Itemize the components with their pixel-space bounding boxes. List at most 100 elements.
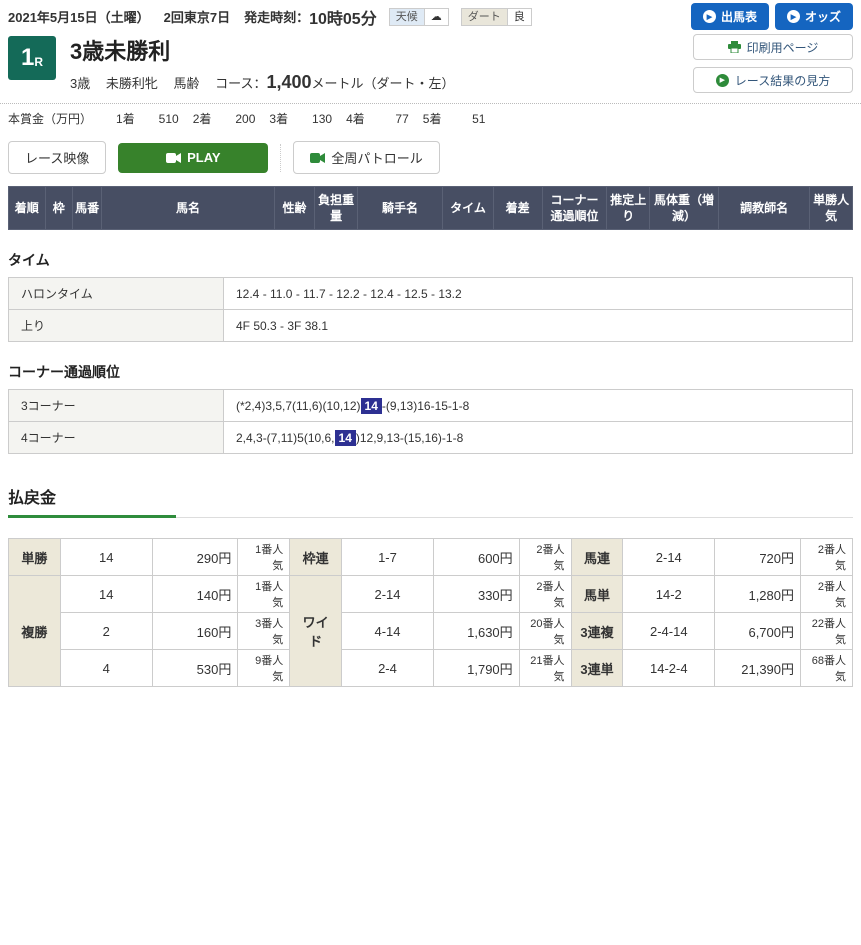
payout-combination: 2-4 xyxy=(342,650,434,687)
payout-amount: 160円 xyxy=(152,613,238,650)
prize-item: 5着51 xyxy=(409,110,486,127)
odds-button-label: オッズ xyxy=(805,8,841,25)
video-camera-icon xyxy=(310,153,325,163)
arrow-circle-icon: ▶ xyxy=(716,74,729,87)
prize-label: 本賞金（万円） xyxy=(8,110,92,127)
payout-combination: 2 xyxy=(60,613,152,650)
col-load: 負担重量 xyxy=(315,187,358,230)
race-number: 1 xyxy=(21,44,34,72)
prize-item: 2着200 xyxy=(179,110,256,127)
odds-button[interactable]: ▶ オッズ xyxy=(775,3,853,30)
payout-combination: 2-4-14 xyxy=(623,613,715,650)
col-time: タイム xyxy=(443,187,494,230)
payout-popularity: 2番人気 xyxy=(801,539,853,576)
weather-label: 天候 xyxy=(390,9,424,25)
race-header: 1 R 3歳未勝利 3歳 未勝利牝 馬齢 コース：1,400メートル（ダート・左… xyxy=(0,30,861,104)
payout-combination: 14 xyxy=(60,576,152,613)
prize-item: 1着510 xyxy=(102,110,179,127)
payout-popularity: 3番人気 xyxy=(238,613,290,650)
play-label: PLAY xyxy=(187,150,220,165)
payout-combination: 14-2 xyxy=(623,576,715,613)
prize-place: 1着 xyxy=(116,112,135,126)
corner-order-table: 3コーナー (*2,4)3,5,7(11,6)(10,12)14-(9,13)1… xyxy=(8,389,853,454)
time-section-title: タイム xyxy=(8,250,853,270)
cloud-icon: ☁ xyxy=(424,9,448,25)
prize-item: 3着130 xyxy=(255,110,332,127)
payout-type-trifecta: 3連単 xyxy=(571,650,623,687)
results-header-row: 着順 枠 馬番 馬名 性齢 負担重量 騎手名 タイム 着差 コーナー通過順位 推… xyxy=(9,187,853,230)
arrow-circle-icon: ▶ xyxy=(703,10,716,23)
payout-amount: 1,630円 xyxy=(433,613,519,650)
payout-section-title: 払戻金 xyxy=(8,484,853,518)
payout-popularity: 22番人気 xyxy=(801,613,853,650)
corner4-label: 4コーナー xyxy=(9,422,224,454)
video-button-row: レース映像 PLAY 全周パトロール xyxy=(0,133,861,184)
corner3-row: 3コーナー (*2,4)3,5,7(11,6)(10,12)14-(9,13)1… xyxy=(9,390,853,422)
prize-place: 2着 xyxy=(193,112,212,126)
last-furlongs-row: 上り 4F 50.3 - 3F 38.1 xyxy=(9,310,853,342)
patrol-label: 全周パトロール xyxy=(331,148,422,167)
race-video-button[interactable]: レース映像 xyxy=(8,141,106,174)
payout-popularity: 1番人気 xyxy=(238,576,290,613)
printer-icon xyxy=(728,41,741,53)
payout-row: 2 160円 3番人気 4-14 1,630円 20番人気 3連複 2-4-14… xyxy=(9,613,853,650)
play-button[interactable]: PLAY xyxy=(118,143,268,173)
prize-place: 3着 xyxy=(269,112,288,126)
patrol-video-button[interactable]: 全周パトロール xyxy=(293,141,439,174)
payout-combination: 2-14 xyxy=(623,539,715,576)
col-last3f: 推定上り xyxy=(607,187,650,230)
print-page-button[interactable]: 印刷用ページ xyxy=(693,34,853,60)
col-finish: 着順 xyxy=(9,187,46,230)
payout-amount: 720円 xyxy=(715,539,801,576)
start-time-label: 発走時刻： xyxy=(244,7,309,26)
payout-popularity: 9番人気 xyxy=(238,650,290,687)
corner-section-title: コーナー通過順位 xyxy=(8,362,853,382)
prize-amount: 200 xyxy=(211,112,255,126)
prize-place: 4着 xyxy=(346,112,365,126)
race-video-label: レース映像 xyxy=(25,148,89,167)
corner3-pre: (*2,4)3,5,7(11,6)(10,12) xyxy=(236,399,361,413)
meeting-info: 2回東京7日 xyxy=(164,7,230,26)
prize-amount: 510 xyxy=(135,112,179,126)
lap-time-table: ハロンタイム 12.4 - 11.0 - 11.7 - 12.2 - 12.4 … xyxy=(8,277,853,342)
corner3-post: -(9,13)16-15-1-8 xyxy=(382,399,469,413)
payout-type-quinella: 馬連 xyxy=(571,539,623,576)
lap-time-row: ハロンタイム 12.4 - 11.0 - 11.7 - 12.2 - 12.4 … xyxy=(9,278,853,310)
col-frame: 枠 xyxy=(45,187,72,230)
payout-popularity: 2番人気 xyxy=(519,539,571,576)
payout-amount: 1,280円 xyxy=(715,576,801,613)
prize-item: 4着77 xyxy=(332,110,409,127)
arrow-circle-icon: ▶ xyxy=(787,10,800,23)
payout-amount: 330円 xyxy=(433,576,519,613)
payout-popularity: 2番人気 xyxy=(801,576,853,613)
payout-combination: 1-7 xyxy=(342,539,434,576)
col-corner-order: コーナー通過順位 xyxy=(542,187,607,230)
result-guide-label: レース結果の見方 xyxy=(735,72,830,89)
race-number-box: 1 R xyxy=(8,36,56,80)
payout-row: 単勝 14 290円 1番人気 枠連 1-7 600円 2番人気 馬連 2-14… xyxy=(9,539,853,576)
video-camera-icon xyxy=(166,153,181,163)
payout-amount: 140円 xyxy=(152,576,238,613)
entries-button[interactable]: ▶ 出馬表 xyxy=(691,3,769,30)
start-time-value: 10時05分 xyxy=(309,5,377,29)
top-bar: 2021年5月15日（土曜） 2回東京7日 発走時刻： 10時05分 天候 ☁ … xyxy=(0,0,861,30)
lap-time-label: ハロンタイム xyxy=(9,278,224,310)
divider xyxy=(280,144,281,172)
race-number-suffix: R xyxy=(34,55,43,69)
course-suffix: メートル（ダート・左） xyxy=(312,76,455,91)
winner-highlight: 14 xyxy=(335,430,356,446)
corner4-pre: 2,4,3-(7,11)5(10,6, xyxy=(236,431,335,445)
race-title: 3歳未勝利 xyxy=(70,34,455,66)
col-body-weight: 馬体重（増減） xyxy=(650,187,719,230)
print-page-label: 印刷用ページ xyxy=(747,39,819,56)
weather-badge: 天候 ☁ xyxy=(389,8,449,26)
condition-age: 3歳 xyxy=(70,76,90,91)
payout-amount: 530円 xyxy=(152,650,238,687)
corner4-value: 2,4,3-(7,11)5(10,6,14)12,9,13-(15,16)-1-… xyxy=(224,422,853,454)
payout-popularity: 2番人気 xyxy=(519,576,571,613)
col-trainer: 調教師名 xyxy=(718,187,809,230)
track-condition-value: 良 xyxy=(507,9,531,25)
track-label: ダート xyxy=(462,9,507,25)
payout-type-wide: ワイド xyxy=(290,576,342,687)
result-guide-button[interactable]: ▶ レース結果の見方 xyxy=(693,67,853,93)
